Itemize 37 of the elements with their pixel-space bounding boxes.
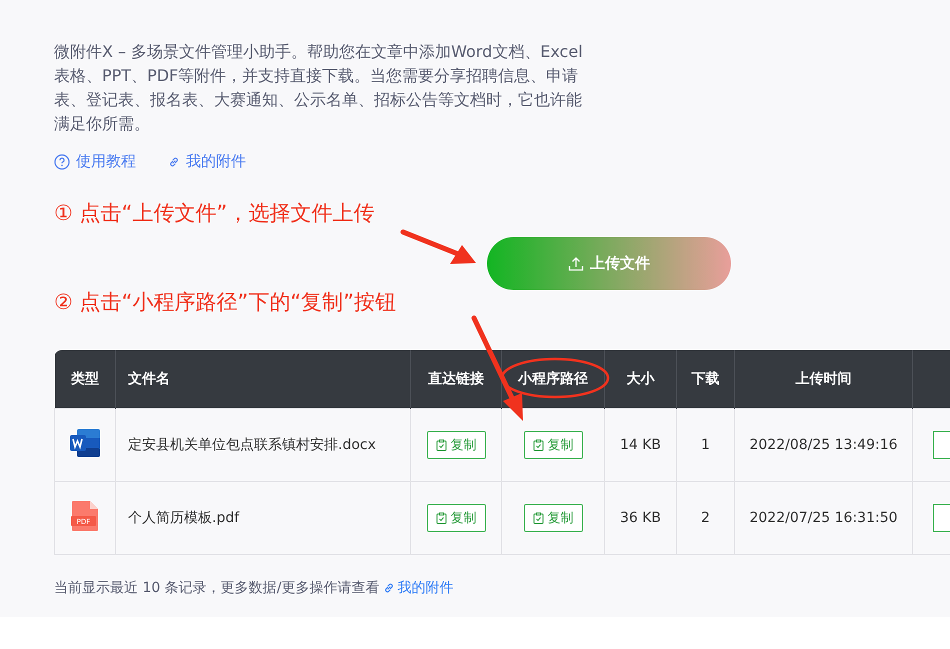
- table-cell: 定安县机关单位包点联系镇村安排.docx: [116, 408, 410, 482]
- instruction-text: ① 点击“上传文件”，选择文件上传: [54, 200, 376, 227]
- link-icon: [168, 156, 180, 168]
- column-header: 大小: [604, 350, 676, 408]
- table-cell: 2022/08/25 13:49:16: [734, 408, 912, 482]
- clipboard-icon: [436, 512, 446, 524]
- table-cell: 1: [676, 408, 734, 482]
- copy-button[interactable]: 复制: [524, 431, 582, 459]
- copy-button[interactable]: 复制: [524, 504, 582, 532]
- clipboard-icon: [436, 439, 446, 451]
- copy-button[interactable]: 复制: [426, 504, 486, 532]
- text-link[interactable]: 我的附件: [168, 152, 246, 171]
- help-icon: [54, 154, 70, 170]
- word-file-icon: [69, 428, 101, 458]
- table-cell: 2022/07/25 16:31:50: [734, 482, 912, 554]
- text-link[interactable]: 我的附件: [383, 579, 454, 597]
- column-header: 类型: [54, 350, 116, 408]
- copy-button[interactable]: [933, 504, 950, 532]
- footer-text: 当前显示最近 10 条记录，更多数据/更多操作请查看: [54, 579, 380, 597]
- clipboard-icon: [532, 512, 544, 524]
- intro-paragraph: 微附件X – 多场景文件管理小助手。帮助您在文章中添加Word文档、Excel表格、PPT、PDF等附件，并支持直接下载。当您需要分享招聘信息、申请表、登记表、报名表、大赛通知、公示名单、招标公告等文档时，它也许能满足你所需。: [54, 41, 584, 135]
- text-link[interactable]: 使用教程: [54, 152, 136, 171]
- link-icon: [383, 582, 396, 594]
- column-header: 直达链接: [410, 350, 502, 408]
- table-cell: 14 KB: [604, 408, 676, 482]
- table-cell: 2: [676, 482, 734, 554]
- copy-button[interactable]: 复制: [426, 431, 486, 459]
- column-header: 下载: [676, 350, 734, 408]
- table-cell: 个人简历模板.pdf: [116, 482, 410, 554]
- column-header: 文件名: [116, 350, 410, 408]
- upload-icon: [568, 256, 584, 272]
- clipboard-icon: [532, 439, 544, 451]
- upload-button[interactable]: 上传文件: [487, 237, 731, 290]
- instruction-text: ② 点击“小程序路径”下的“复制”按钮: [54, 289, 398, 316]
- column-header: 上传时间: [734, 350, 912, 408]
- copy-button[interactable]: [933, 431, 950, 459]
- table-cell: 36 KB: [604, 482, 676, 554]
